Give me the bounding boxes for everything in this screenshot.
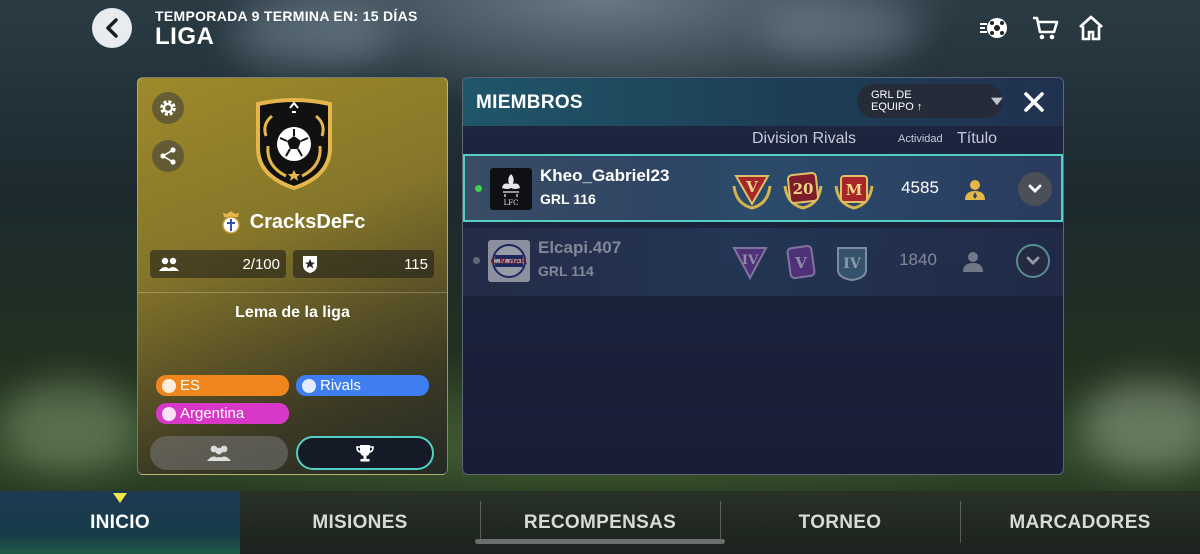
division-badge-icon: IV	[732, 247, 768, 281]
league-points: 115	[404, 255, 428, 273]
club-logo: C.N.deF.	[488, 240, 530, 282]
members-count: 2/100	[242, 255, 280, 273]
gear-icon	[160, 100, 176, 116]
country-tag: Argentina	[156, 403, 289, 424]
tab-inicio[interactable]: INICIO	[0, 491, 240, 554]
globe-icon	[162, 378, 176, 393]
player-name: Kheo_Gabriel23	[540, 166, 670, 185]
back-button[interactable]	[92, 8, 132, 48]
league-motto: Lema de la liga	[235, 304, 350, 321]
active-indicator-icon	[113, 493, 127, 503]
column-title: Título	[957, 130, 998, 147]
share-button[interactable]	[152, 140, 184, 172]
division-badge-icon: V	[786, 244, 816, 280]
expand-button[interactable]	[1018, 172, 1052, 206]
player-name: Elcapi.407	[538, 238, 622, 257]
tab-torneo[interactable]: TORNEO	[720, 491, 960, 554]
members-header: MIEMBROS GRL DE EQUIPO ↑	[463, 78, 1063, 126]
league-card: CracksDeFc 2/100 115 Lema de la liga ES …	[137, 77, 448, 475]
svg-text:20: 20	[793, 180, 814, 198]
members-title: MIEMBROS	[476, 92, 583, 113]
points-box: 115	[293, 250, 434, 278]
season-countdown: TEMPORADA 9 TERMINA EN: 15 DÍAS	[155, 8, 418, 24]
home-icon[interactable]	[1075, 12, 1107, 44]
club-logo: LFC	[490, 168, 532, 210]
online-status-dot	[475, 185, 482, 192]
svg-text:C.N.deF.: C.N.deF.	[491, 257, 527, 266]
chevron-down-icon	[1026, 256, 1040, 265]
division-badge-icon: M	[834, 175, 874, 210]
mode-tag: Rivals	[296, 375, 429, 396]
sort-label: GRL DE EQUIPO ↑	[871, 89, 923, 113]
member-title-icon	[963, 252, 983, 272]
shield-star-icon	[303, 256, 317, 273]
members-icon	[159, 257, 179, 271]
player-grl: GRL 114	[538, 263, 594, 279]
svg-text:LFC: LFC	[504, 199, 519, 207]
sort-dropdown[interactable]: GRL DE EQUIPO ↑	[857, 84, 1003, 118]
svg-text:V: V	[745, 178, 758, 196]
svg-text:M: M	[846, 181, 863, 199]
club-name: CracksDeFc	[249, 210, 366, 233]
league-crest-icon	[256, 98, 332, 191]
division-badge-icon: 20	[783, 172, 823, 210]
column-division-rivals: Division Rivals	[752, 130, 857, 147]
club-badge-icon	[221, 211, 240, 234]
offline-status-dot	[473, 257, 480, 264]
manager-title-icon	[965, 180, 985, 200]
division-badge-icon: V	[732, 175, 772, 210]
ball-icon	[302, 378, 316, 393]
settings-button[interactable]	[152, 92, 184, 124]
player-grl: GRL 116	[540, 191, 596, 207]
members-count-box: 2/100	[150, 250, 286, 278]
members-panel: MIEMBROS GRL DE EQUIPO ↑ Division Rivals…	[462, 77, 1064, 475]
chevron-down-icon	[1028, 184, 1042, 193]
svg-text:IV: IV	[843, 256, 862, 272]
svg-text:IV: IV	[742, 253, 759, 268]
activity-value: 1840	[899, 250, 937, 269]
member-row[interactable]: LFC Kheo_Gabriel23 GRL 116 V 20 M 4585	[463, 154, 1063, 222]
trophy-icon	[356, 445, 374, 462]
expand-button[interactable]	[1016, 244, 1050, 278]
column-activity: Actividad	[898, 133, 943, 145]
chevron-down-icon	[991, 97, 1003, 106]
close-button[interactable]	[1021, 89, 1047, 115]
card-divider	[138, 292, 447, 293]
ball-swap-icon[interactable]	[978, 12, 1010, 44]
members-icon	[207, 445, 231, 461]
tab-marcadores[interactable]: MARCADORES	[960, 491, 1200, 554]
bottom-nav: INICIO MISIONES RECOMPENSAS TORNEO MARCA…	[0, 491, 1200, 554]
activity-value: 4585	[901, 178, 939, 197]
cart-icon[interactable]	[1029, 12, 1061, 44]
svg-text:V: V	[794, 254, 807, 272]
share-icon	[160, 147, 176, 165]
system-home-indicator[interactable]	[475, 539, 725, 544]
members-view-button[interactable]	[150, 436, 288, 470]
flag-icon	[162, 406, 176, 421]
tab-recompensas[interactable]: RECOMPENSAS	[480, 491, 720, 554]
division-badge-icon: IV	[837, 247, 867, 282]
page-title: LIGA	[155, 23, 215, 50]
member-row[interactable]: C.N.deF. Elcapi.407 GRL 114 IV V IV 1840	[463, 228, 1063, 296]
trophy-view-button[interactable]	[296, 436, 434, 470]
back-chevron-icon	[106, 18, 118, 38]
tab-misiones[interactable]: MISIONES	[240, 491, 480, 554]
language-tag: ES	[156, 375, 289, 396]
close-icon	[1024, 92, 1044, 112]
